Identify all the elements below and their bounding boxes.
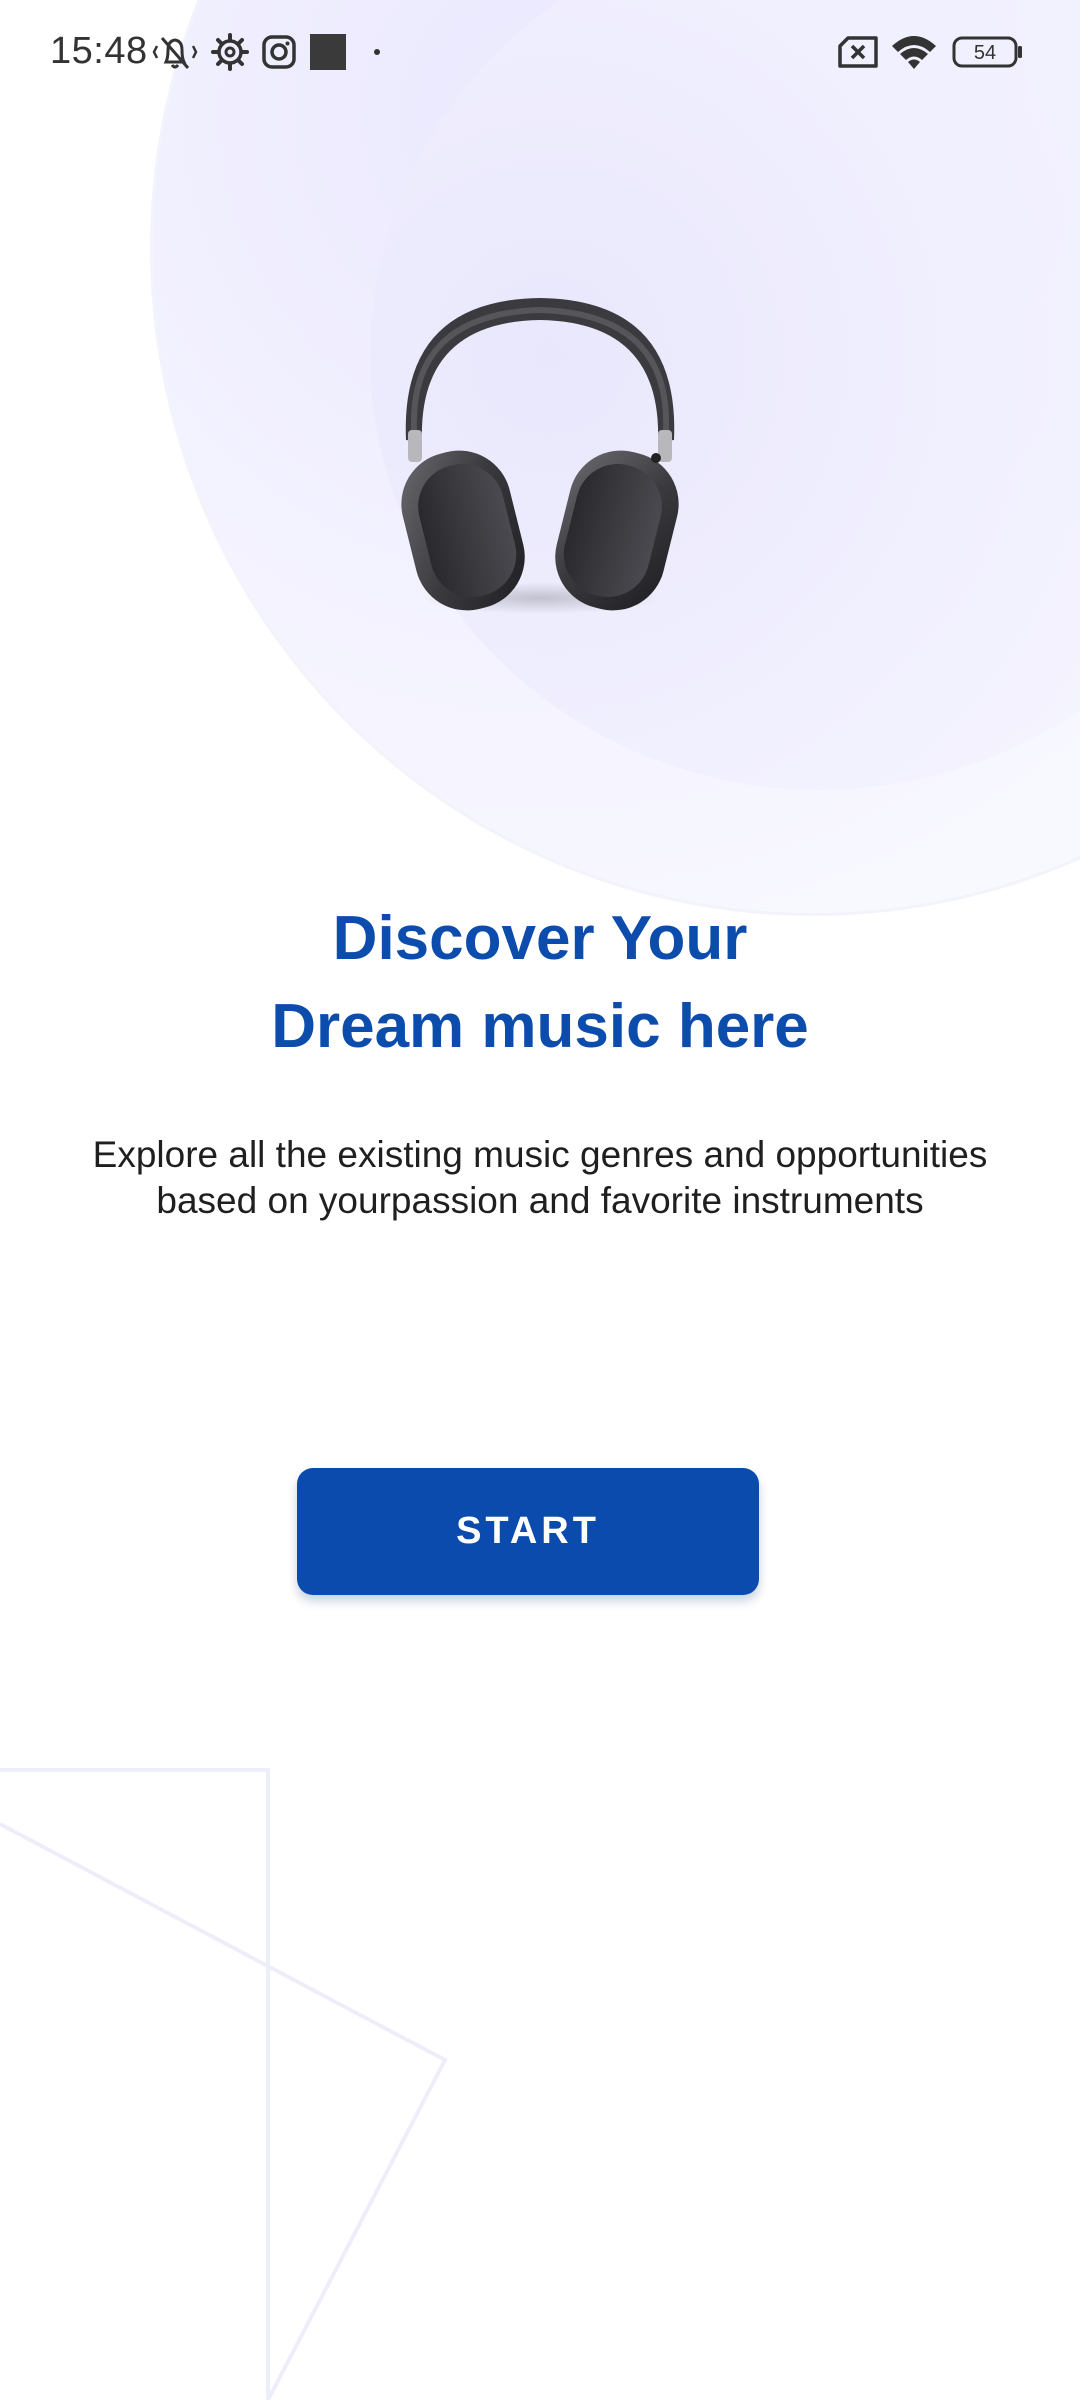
title-line-1: Discover Your — [332, 904, 748, 973]
description-line-1: Explore all the existing music genres an… — [92, 1134, 988, 1175]
battery-level: 54 — [974, 42, 996, 64]
headphones-icon — [401, 298, 679, 614]
background-lines — [0, 1768, 448, 2400]
description: Explore all the existing music genres an… — [40, 1132, 1040, 1224]
title-line-2: Dream music here — [271, 992, 809, 1061]
dot-icon — [372, 32, 382, 72]
start-button-label: START — [456, 1510, 600, 1552]
instagram-icon — [260, 32, 298, 72]
settings-icon — [210, 32, 250, 72]
no-sim-icon — [836, 32, 880, 72]
status-time: 15:48 — [50, 30, 148, 72]
description-line-2: based on yourpassion and favorite instru… — [156, 1180, 924, 1221]
page-title: Discover Your Dream music here — [0, 895, 1080, 1071]
status-bar: 15:48 54 — [0, 0, 1080, 105]
vibrate-off-icon — [152, 32, 198, 72]
wifi-icon — [890, 32, 938, 72]
onboarding-screen: 15:48 54 Discover Your Dream music here … — [0, 0, 1080, 2400]
battery-icon: 54 — [952, 32, 1024, 72]
app-square-icon — [310, 32, 346, 72]
start-button[interactable]: START — [297, 1468, 759, 1595]
